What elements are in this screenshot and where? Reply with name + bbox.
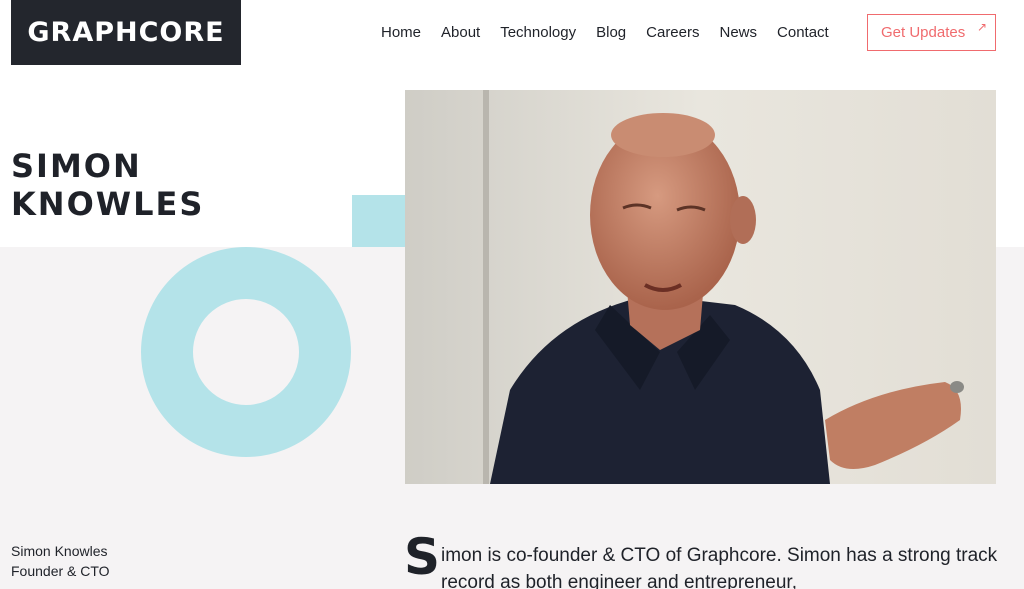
get-updates-label: Get Updates: [881, 24, 966, 41]
nav-news[interactable]: News: [720, 24, 758, 41]
caption-name: Simon Knowles: [11, 543, 108, 559]
external-arrow-icon: ↗: [976, 20, 987, 34]
profile-photo: [405, 90, 996, 484]
nav-blog[interactable]: Blog: [596, 24, 626, 41]
bio-dropcap: S: [404, 528, 441, 586]
decorative-ring: [141, 247, 351, 457]
profile-caption: Simon Knowles Founder & CTO: [11, 541, 110, 581]
nav-technology[interactable]: Technology: [500, 24, 576, 41]
nav-about[interactable]: About: [441, 24, 480, 41]
caption-role: Founder & CTO: [11, 563, 110, 579]
decorative-square: [352, 195, 405, 247]
get-updates-button[interactable]: Get Updates ↗: [867, 14, 996, 51]
graphcore-logo[interactable]: GRAPHCORE: [11, 0, 241, 65]
bio-paragraph: imon is co-founder & CTO of Graphcore. S…: [441, 545, 998, 589]
nav-contact[interactable]: Contact: [777, 24, 829, 41]
main-nav: Home About Technology Blog Careers News …: [381, 24, 829, 41]
nav-home[interactable]: Home: [381, 24, 421, 41]
nav-careers[interactable]: Careers: [646, 24, 699, 41]
profile-name-heading: SIMON KNOWLES: [11, 147, 205, 223]
